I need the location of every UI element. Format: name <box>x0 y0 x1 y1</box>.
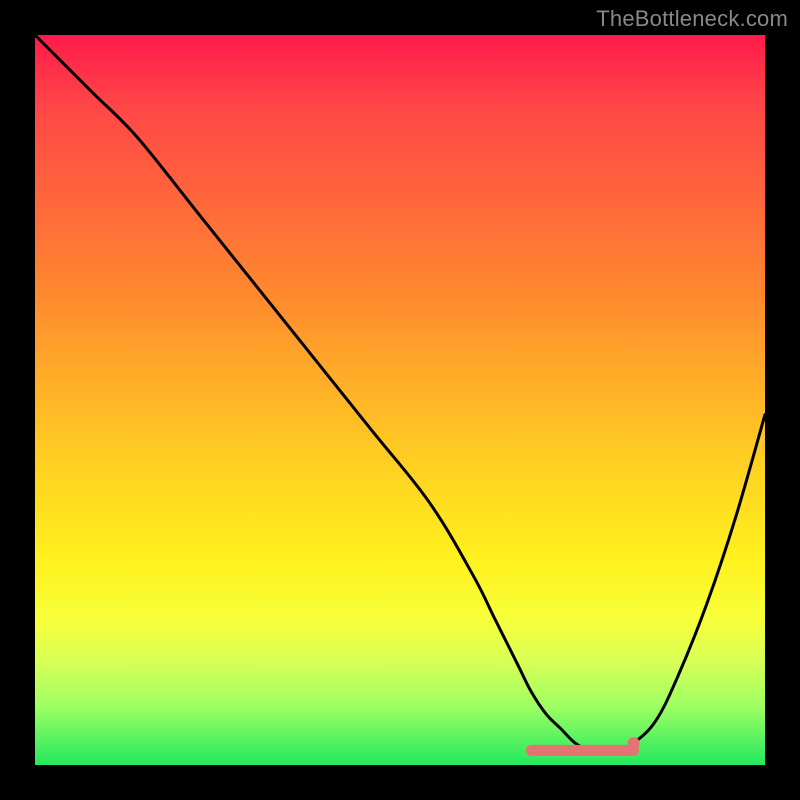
chart-svg <box>35 35 765 765</box>
right-dot-marker <box>628 737 640 749</box>
bottleneck-curve <box>35 35 765 751</box>
watermark-text: TheBottleneck.com <box>596 6 788 32</box>
plot-area <box>35 35 765 765</box>
chart-frame: TheBottleneck.com <box>0 0 800 800</box>
